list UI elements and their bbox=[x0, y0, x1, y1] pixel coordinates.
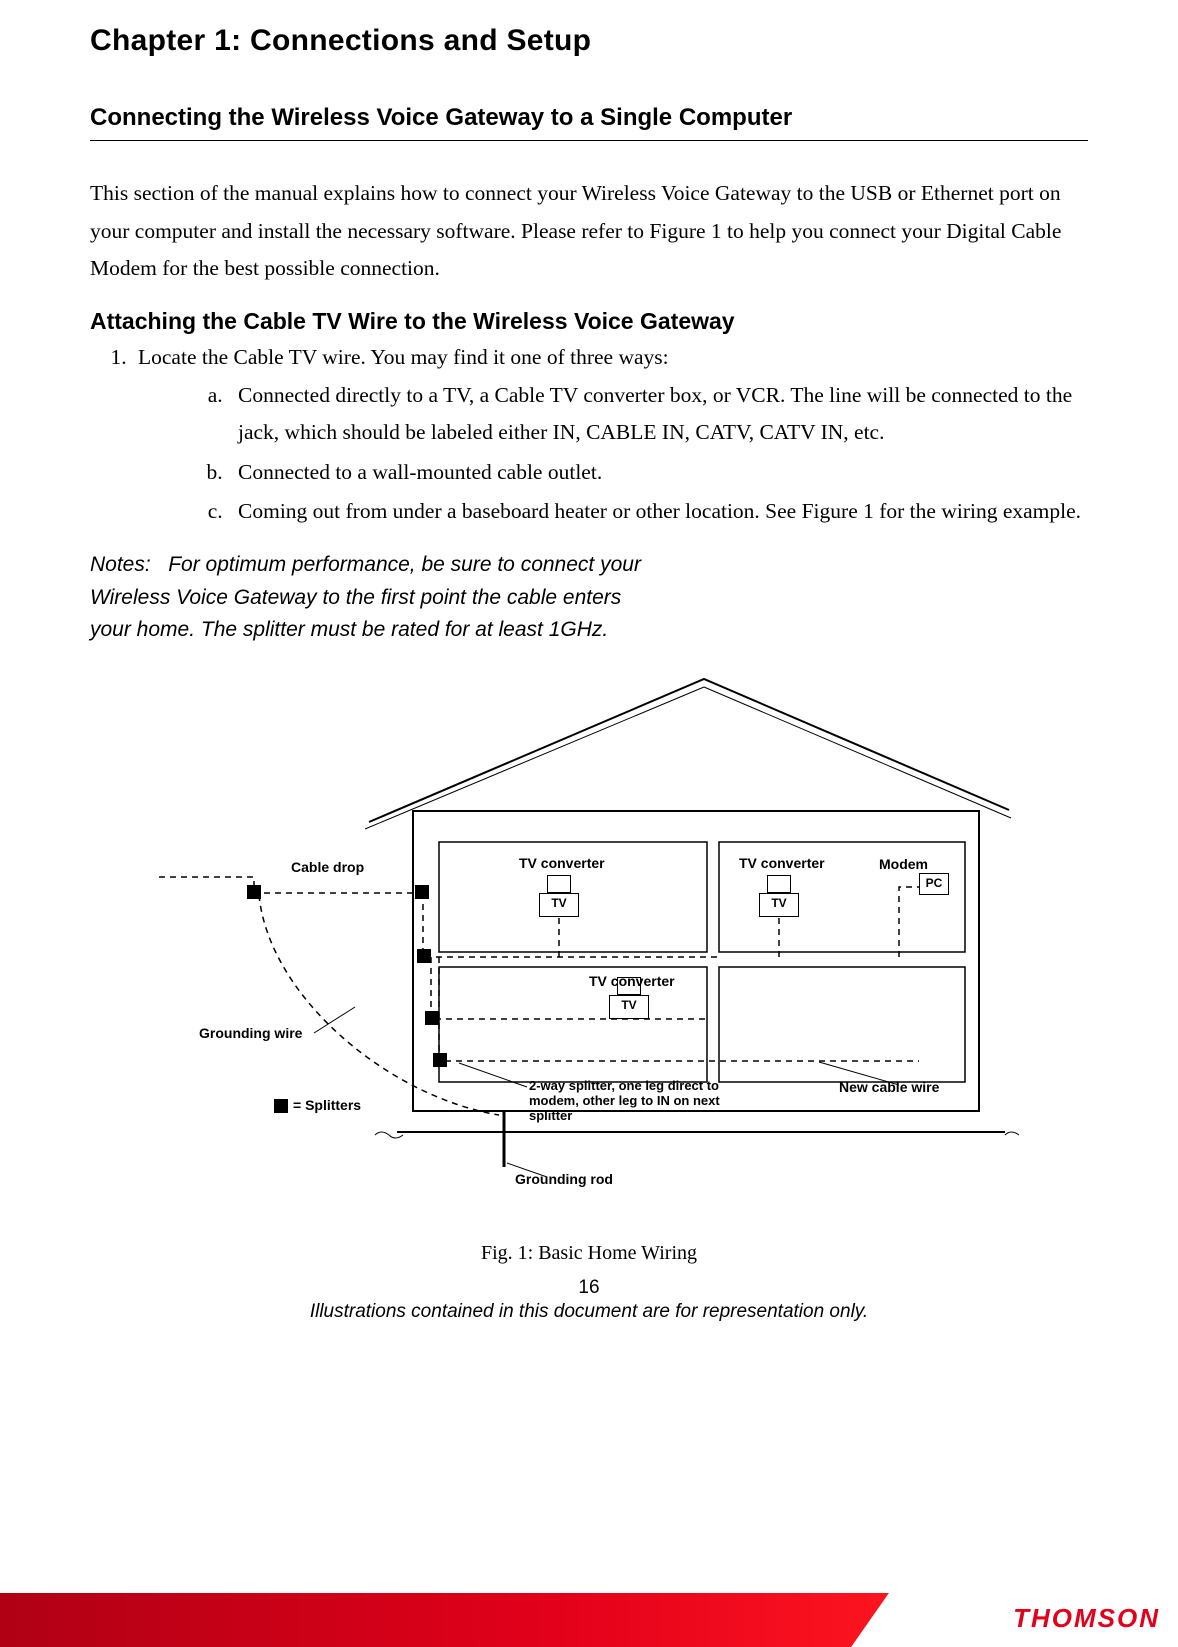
label-grounding-rod: Grounding rod bbox=[515, 1171, 613, 1187]
tv-box-3: TV bbox=[609, 995, 649, 1019]
splitter-icon bbox=[415, 885, 429, 899]
brand-logo: THOMSON bbox=[1013, 1603, 1160, 1634]
figure-1-wrap: TV TV TV PC Cable drop TV converter TV c… bbox=[90, 667, 1088, 1265]
splitter-legend-icon bbox=[274, 1099, 288, 1113]
step-1: Locate the Cable TV wire. You may find i… bbox=[132, 339, 1088, 531]
label-splitters-legend: = Splitters bbox=[293, 1097, 361, 1113]
intro-paragraph: This section of the manual explains how … bbox=[90, 175, 1088, 288]
section-title: Connecting the Wireless Voice Gateway to… bbox=[90, 104, 1088, 132]
brand-bar: THOMSON bbox=[0, 1593, 1178, 1647]
label-modem: Modem bbox=[879, 856, 928, 872]
splitter-icon bbox=[417, 949, 431, 963]
chapter-title: Chapter 1: Connections and Setup bbox=[90, 24, 1088, 58]
section-rule bbox=[90, 140, 1088, 141]
splitter-icon bbox=[247, 885, 261, 899]
splitter-icon bbox=[433, 1053, 447, 1067]
figure-caption: Fig. 1: Basic Home Wiring bbox=[90, 1242, 1088, 1265]
tv-box-2: TV bbox=[759, 893, 799, 917]
converter-stub-2 bbox=[767, 875, 791, 893]
splitter-icon bbox=[425, 1011, 439, 1025]
footer-note: Illustrations contained in this document… bbox=[90, 1301, 1088, 1323]
step-1-intro: Locate the Cable TV wire. You may find i… bbox=[138, 345, 669, 369]
notes-block: Notes: For optimum performance, be sure … bbox=[90, 549, 650, 647]
page: Chapter 1: Connections and Setup Connect… bbox=[0, 0, 1178, 1647]
converter-stub-1 bbox=[547, 875, 571, 893]
brand-bar-red bbox=[0, 1593, 910, 1647]
label-cable-drop: Cable drop bbox=[291, 859, 364, 875]
page-number: 16 bbox=[90, 1277, 1088, 1299]
notes-label: Notes: bbox=[90, 553, 151, 576]
label-tv-converter-2: TV converter bbox=[739, 855, 825, 871]
step-1b: Connected to a wall-mounted cable outlet… bbox=[228, 454, 1088, 492]
step-1a: Connected directly to a TV, a Cable TV c… bbox=[228, 377, 1088, 452]
label-tv-converter-3: TV converter bbox=[589, 973, 675, 989]
label-grounding-wire: Grounding wire bbox=[199, 1025, 302, 1041]
figure-1: TV TV TV PC Cable drop TV converter TV c… bbox=[159, 667, 1019, 1197]
label-tv-converter-1: TV converter bbox=[519, 855, 605, 871]
subsection-title: Attaching the Cable TV Wire to the Wirel… bbox=[90, 308, 1088, 335]
label-new-cable-wire: New cable wire bbox=[839, 1079, 939, 1095]
step-1-sublist: Connected directly to a TV, a Cable TV c… bbox=[138, 377, 1088, 532]
tv-box-1: TV bbox=[539, 893, 579, 917]
ordered-steps: Locate the Cable TV wire. You may find i… bbox=[90, 339, 1088, 531]
pc-box: PC bbox=[919, 873, 949, 895]
notes-text: For optimum performance, be sure to conn… bbox=[90, 553, 641, 641]
label-splitter-note: 2-way splitter, one leg direct to modem,… bbox=[529, 1079, 739, 1124]
step-1c: Coming out from under a baseboard heater… bbox=[228, 493, 1088, 531]
